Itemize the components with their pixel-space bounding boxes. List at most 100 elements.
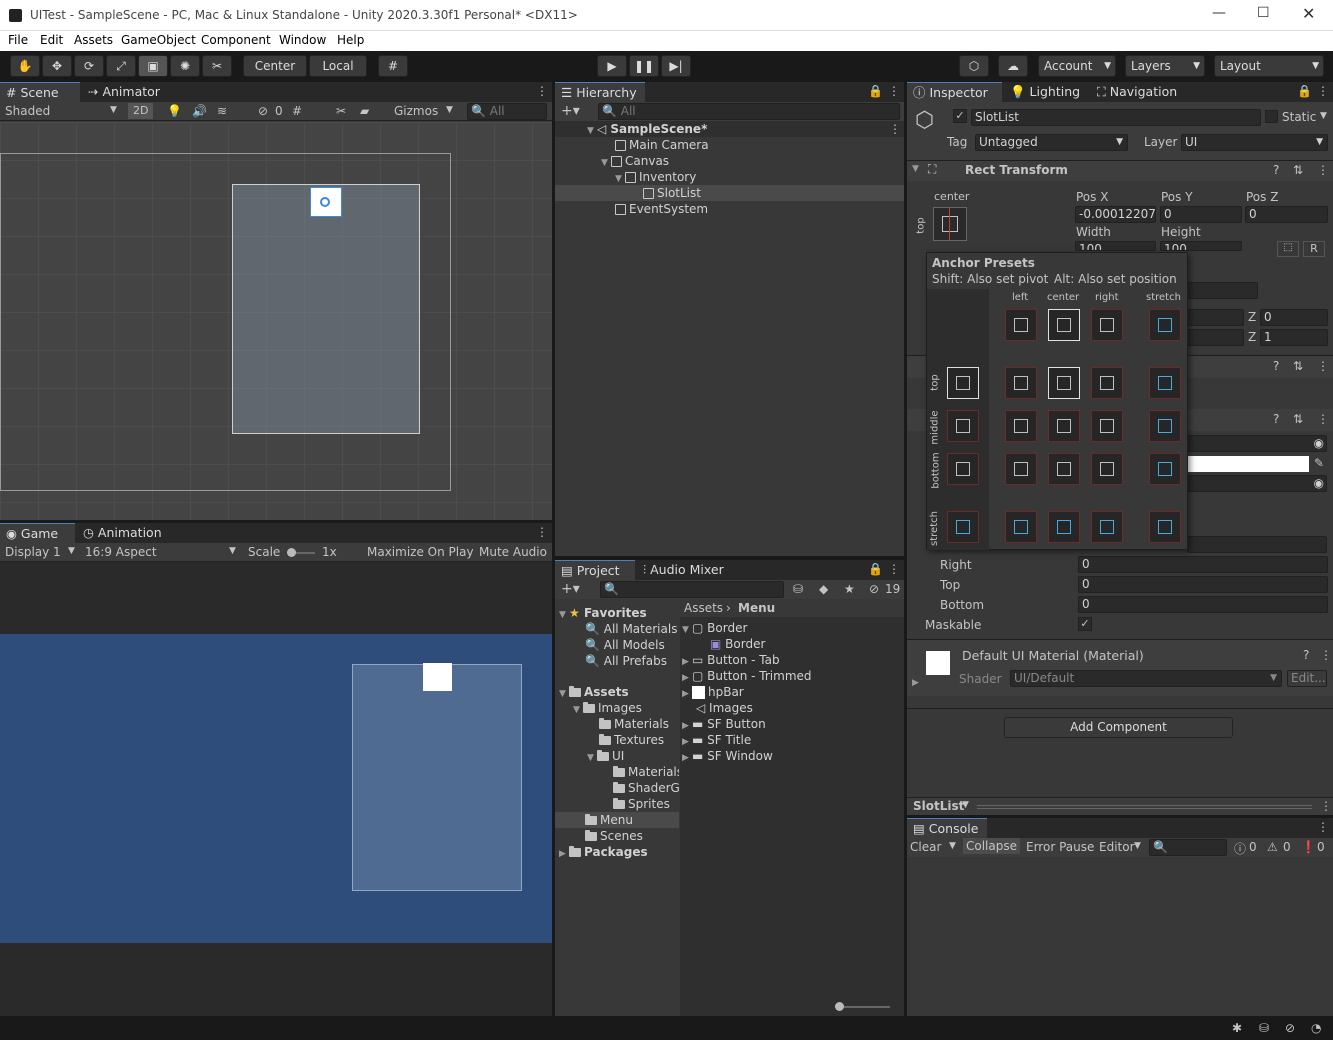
object-picker-icon[interactable]: ◉	[1314, 436, 1324, 451]
favorite-star-icon[interactable]: ★	[844, 582, 855, 596]
create-dropdown-icon[interactable]: +▾	[561, 103, 580, 119]
preview-bar[interactable]: SlotList ▼ ⋮	[907, 797, 1333, 815]
rect-tool-icon[interactable]: ▣	[138, 55, 168, 77]
preset-top-left[interactable]	[1005, 367, 1037, 399]
game-viewport[interactable]	[0, 634, 552, 943]
custom-tool-icon[interactable]: ✂	[202, 55, 232, 77]
top-field[interactable]: 0	[1078, 576, 1328, 593]
preset-stretch-stretch[interactable]	[1149, 511, 1181, 543]
posy-field[interactable]: 0	[1160, 206, 1242, 223]
console-search-input[interactable]: 🔍	[1149, 839, 1227, 856]
preset-horizontal-stretch[interactable]	[1149, 309, 1181, 341]
preview-drag-handle[interactable]	[977, 805, 1312, 809]
layers-dropdown[interactable]: Layers ▼	[1125, 55, 1205, 77]
preset-vertical-top[interactable]	[947, 367, 979, 399]
file-item[interactable]: ▶ ▬ SF Button	[682, 716, 766, 732]
preset-vertical-stretch[interactable]	[947, 511, 979, 543]
preset-top-right[interactable]	[1091, 367, 1123, 399]
file-item[interactable]: ▶ ▬ SF Window	[682, 748, 773, 764]
shading-dropdown[interactable]: Shaded	[5, 104, 50, 118]
hierarchy-item-inventory[interactable]: ▼ Inventory	[615, 169, 696, 185]
menu-window[interactable]: Window	[279, 33, 326, 47]
more-menu-icon[interactable]: ⋮	[1320, 648, 1332, 662]
file-item[interactable]: ▶ ▬ SF Title	[682, 732, 751, 748]
preset-middle-stretch[interactable]	[1149, 410, 1181, 442]
preset-horizontal-left[interactable]	[1005, 309, 1037, 341]
preset-bottom-center[interactable]	[1048, 453, 1080, 485]
tree-textures[interactable]: Textures	[599, 732, 664, 748]
active-checkbox[interactable]: ✓	[953, 109, 967, 123]
preset-top-center[interactable]	[1048, 367, 1080, 399]
create-dropdown-icon[interactable]: +▾	[561, 581, 580, 597]
preset-vertical-bottom[interactable]	[947, 453, 979, 485]
maskable-checkbox[interactable]: ✓	[1078, 617, 1092, 631]
more-menu-icon[interactable]: ⋮	[1317, 163, 1329, 177]
hierarchy-search-input[interactable]: 🔍 All	[598, 103, 900, 120]
presets-icon[interactable]: ⇅	[1293, 412, 1303, 426]
tree-all-materials[interactable]: 🔍 All Materials	[585, 621, 677, 637]
preset-middle-right[interactable]	[1091, 410, 1123, 442]
add-component-button[interactable]: Add Component	[1004, 717, 1233, 738]
tab-audio-mixer[interactable]: ⫶ Audio Mixer	[637, 560, 737, 580]
scene-viewport[interactable]	[0, 122, 552, 520]
scale-tool-icon[interactable]: ⤢	[106, 55, 136, 77]
raw-edit-button[interactable]: R	[1303, 241, 1325, 257]
help-icon[interactable]: ?	[1273, 412, 1279, 426]
menu-component[interactable]: Component	[201, 33, 271, 47]
camera-toggle-icon[interactable]: ▰	[360, 104, 369, 118]
project-search-input[interactable]: 🔍	[600, 581, 784, 598]
effects-toggle-icon[interactable]: ≋	[217, 104, 227, 118]
tree-ui[interactable]: ▼ UI	[587, 748, 624, 764]
aspect-dropdown[interactable]: 16:9 Aspect	[85, 545, 157, 559]
bug-report-icon[interactable]: ✱	[1232, 1021, 1242, 1035]
mute-audio-toggle[interactable]: Mute Audio	[479, 545, 547, 559]
tab-lighting[interactable]: 💡 Lighting	[1004, 82, 1089, 102]
presets-icon[interactable]: ⇅	[1293, 359, 1303, 373]
grid-snap-icon[interactable]: #	[378, 55, 408, 77]
rect-transform-header[interactable]: ▼ ⛶ Rect Transform ? ⇅ ⋮	[907, 161, 1333, 181]
preset-vertical-middle[interactable]	[947, 410, 979, 442]
maximize-on-play-toggle[interactable]: Maximize On Play	[367, 545, 474, 559]
transform-tool-icon[interactable]: ✺	[170, 55, 200, 77]
hand-tool-icon[interactable]: ✋	[10, 55, 40, 77]
move-tool-icon[interactable]: ✥	[42, 55, 72, 77]
info-count-icon[interactable]: ⓘ	[1234, 840, 1246, 857]
more-menu-icon[interactable]: ⋮	[1317, 84, 1329, 98]
filter-type-icon[interactable]: ⛁	[793, 582, 803, 596]
layer-dropdown[interactable]: UI ▼	[1181, 134, 1328, 151]
more-menu-icon[interactable]: ⋮	[1317, 820, 1329, 834]
display-dropdown[interactable]: Display 1	[5, 545, 61, 559]
more-menu-icon[interactable]: ⋮	[1317, 359, 1329, 373]
tab-project[interactable]: ▤ Project	[555, 560, 635, 580]
menu-file[interactable]: File	[8, 33, 28, 47]
icon-size-slider[interactable]	[835, 1002, 890, 1011]
gizmos-dropdown[interactable]: Gizmos	[394, 104, 438, 118]
tag-dropdown[interactable]: Untagged ▼	[975, 134, 1128, 151]
scale-slider[interactable]	[287, 548, 315, 557]
hierarchy-item-canvas[interactable]: ▼ Canvas	[601, 153, 669, 169]
static-checkbox[interactable]	[1265, 110, 1278, 123]
tree-favorites[interactable]: ▼ ★ Favorites	[559, 605, 647, 621]
help-icon[interactable]: ?	[1273, 163, 1279, 177]
foldout-arrow-icon[interactable]: ▼	[912, 164, 919, 174]
tree-menu[interactable]: Menu	[585, 812, 633, 828]
tree-sprites[interactable]: Sprites	[613, 796, 670, 812]
more-menu-icon[interactable]: ⋮	[1317, 412, 1329, 426]
object-name-field[interactable]: SlotList	[971, 109, 1261, 126]
tab-inspector[interactable]: ⓘ Inspector	[907, 82, 1002, 102]
tree-shaderg[interactable]: ShaderG	[613, 780, 679, 796]
shader-edit-button[interactable]: Edit...	[1287, 670, 1327, 687]
breadcrumb-assets[interactable]: Assets	[684, 601, 723, 615]
blueprint-mode-icon[interactable]: ⬚	[1277, 241, 1299, 257]
color-swatch[interactable]	[1187, 456, 1309, 472]
mode-2d-toggle[interactable]: 2D	[128, 103, 154, 119]
tree-all-prefabs[interactable]: 🔍 All Prefabs	[585, 653, 667, 669]
tree-ui-materials[interactable]: Materials	[613, 764, 679, 780]
clear-options-arrow-icon[interactable]: ▼	[949, 841, 956, 851]
scene-menu-icon[interactable]: ⋮	[889, 122, 901, 136]
anchor-preset-button[interactable]	[933, 207, 967, 241]
shader-dropdown[interactable]: UI/Default ▼	[1010, 670, 1282, 687]
inventory-rect[interactable]	[232, 184, 420, 434]
clear-button[interactable]: Clear	[910, 840, 941, 854]
file-item[interactable]: ▶ hpBar	[682, 684, 744, 700]
